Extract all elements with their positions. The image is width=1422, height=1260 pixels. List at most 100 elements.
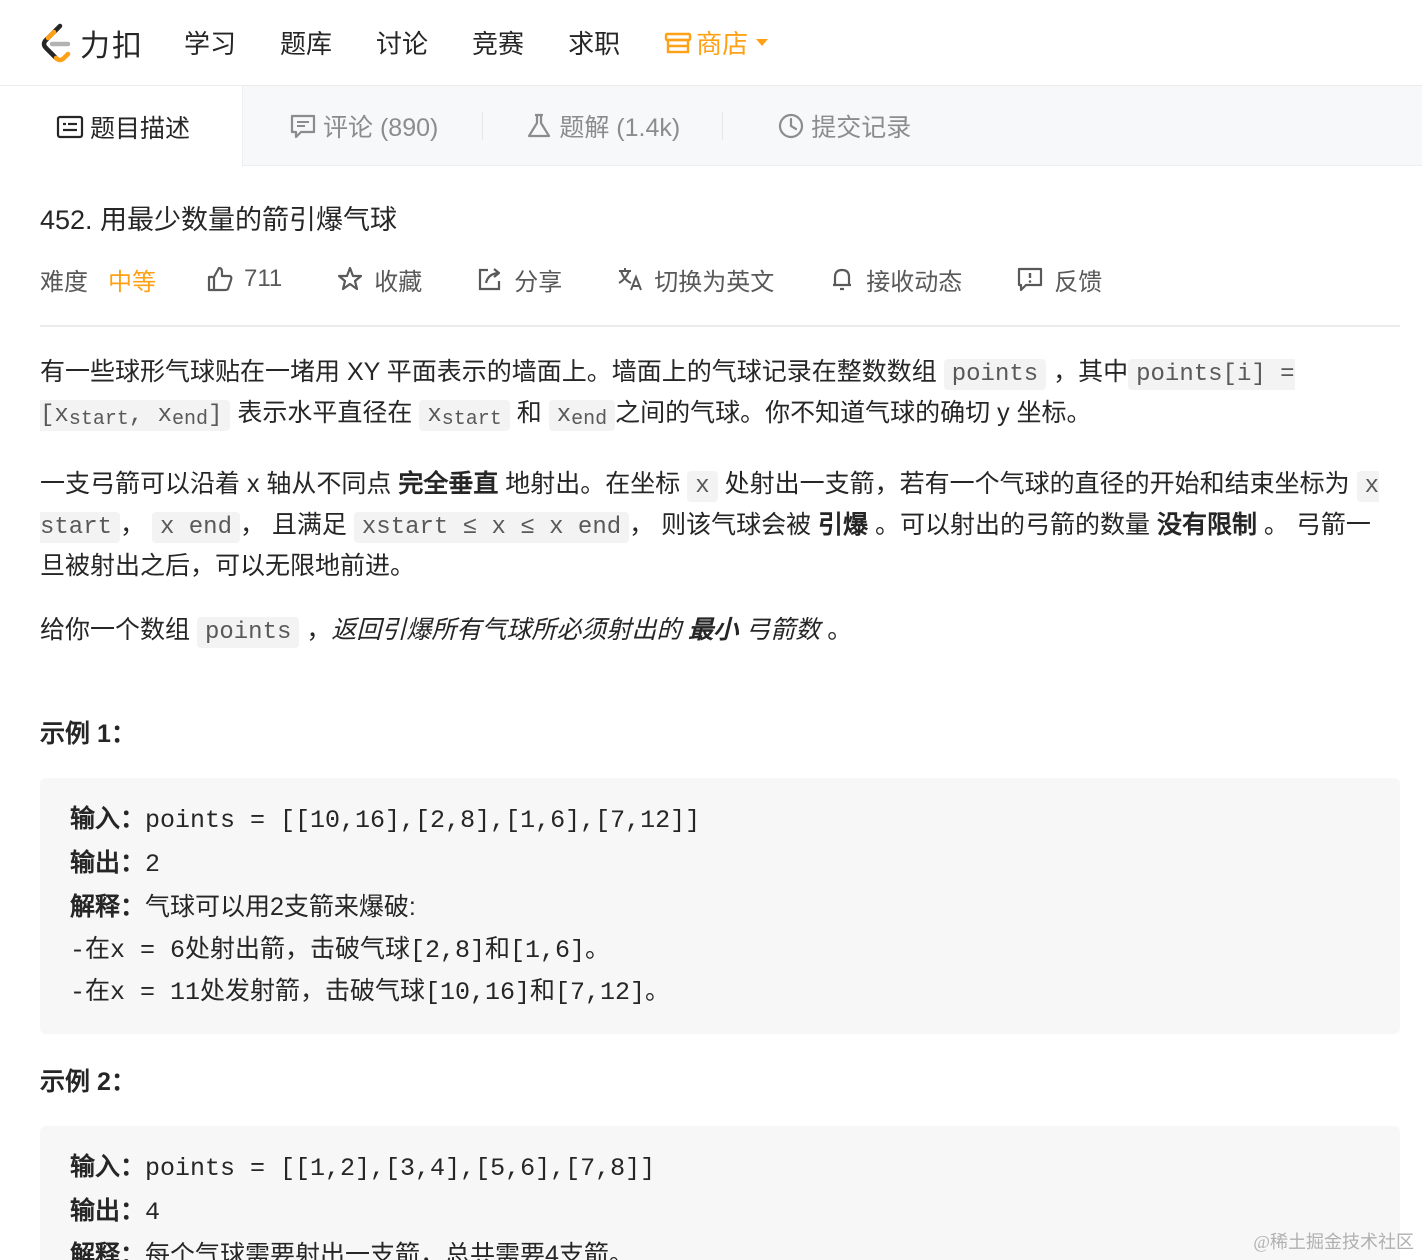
tab-solutions[interactable]: 题解 (1.4k) <box>483 86 722 166</box>
clock-icon <box>779 113 804 139</box>
example-input: 输入：points = [[1,2],[3,4],[5,6],[7,8]] <box>70 1146 1370 1190</box>
explain-label: 解释： <box>70 1241 146 1260</box>
desc-text: 给你一个数组 <box>40 616 197 644</box>
explain-value: 每个气球需要射出一支箭，总共需要4支箭。 <box>145 1241 634 1260</box>
output-label: 输出： <box>70 1197 146 1225</box>
italic-text: 弓箭数 <box>738 616 821 644</box>
nav-store-label: 商店 <box>696 29 749 59</box>
top-nav: 力扣 学习 题库 讨论 竞赛 求职 商店 <box>0 0 1422 86</box>
nav-contest[interactable]: 竞赛 <box>472 24 524 61</box>
watermark: @稀土掘金技术社区 <box>1253 1232 1414 1252</box>
desc-text: 和 <box>509 399 549 427</box>
output-label: 输出： <box>70 849 146 877</box>
output-value: 4 <box>145 1198 161 1227</box>
example-input: 输入：points = [[10,16],[2,8],[1,6],[7,12]] <box>70 798 1370 842</box>
inline-code: x end <box>151 512 240 543</box>
example-2-title: 示例 2： <box>40 1068 136 1096</box>
difficulty-label: 难度 <box>40 268 88 296</box>
italic-text: 返回引爆所有气球所必须射出的 <box>331 616 689 644</box>
example-explain-line: -在x = 6处射出箭，击破气球[2,8]和[1,6]。 <box>70 936 611 965</box>
desc-text: ， <box>120 511 152 539</box>
subscribe-label: 接收动态 <box>866 268 963 296</box>
code-text: x <box>427 402 442 429</box>
nav-jobs[interactable]: 求职 <box>568 24 620 61</box>
share-button[interactable]: 分享 <box>476 262 562 297</box>
collect-button[interactable]: 收藏 <box>336 262 422 297</box>
desc-text: 。 <box>820 616 853 644</box>
output-value: 2 <box>145 850 161 879</box>
desc-text: 有一些球形气球贴在一堵用 XY 平面表示的墙面上。墙面上的气球记录在整数数组 <box>40 358 944 386</box>
thumbs-up-icon <box>207 266 233 292</box>
tab-comments[interactable]: 评论 (890) <box>243 86 482 166</box>
bold-text: 引爆 <box>818 511 869 539</box>
feedback-label: 反馈 <box>1054 268 1103 296</box>
tab-comments-label: 评论 (890) <box>323 114 439 142</box>
code-sub: end <box>571 408 608 431</box>
problem-meta-bar: 难度 中等 711 收藏 分享 切换为英文 接收动态 反馈 <box>40 259 1400 299</box>
problem-title: 452. 用最少数量的箭引爆气球 <box>40 205 398 235</box>
example-1-title: 示例 1： <box>40 720 136 748</box>
translate-icon <box>618 268 643 291</box>
input-value: points = [[10,16],[2,8],[1,6],[7,12]] <box>145 806 701 835</box>
like-button[interactable]: 711 <box>206 265 282 293</box>
desc-text: 地射出。在坐标 <box>498 470 688 498</box>
leetcode-logo-icon <box>41 23 71 62</box>
desc-text: 之间的气球。你不知道气球的确切 y 坐标。 <box>615 399 1092 427</box>
description-paragraph-1: 有一些球形气球贴在一堵用 XY 平面表示的墙面上。墙面上的气球记录在整数数组 p… <box>40 353 1385 439</box>
desc-text: ， 则该气球会被 <box>629 511 819 539</box>
code-text: , x <box>128 402 173 429</box>
tab-description-label: 题目描述 <box>90 114 191 143</box>
code-sub: start <box>441 408 502 431</box>
example-output: 输出：4 <box>70 1190 1370 1234</box>
bell-icon <box>833 268 852 291</box>
tab-submissions[interactable]: 提交记录 <box>723 86 911 166</box>
inline-code: x <box>687 471 718 502</box>
example-explain: 解释：气球可以用2支箭来爆破: <box>70 886 1370 930</box>
like-count: 711 <box>244 265 283 292</box>
tab-submissions-label: 提交记录 <box>811 114 912 142</box>
switch-language-label: 切换为英文 <box>654 268 775 296</box>
feedback-button[interactable]: 反馈 <box>1016 262 1102 297</box>
divider <box>40 325 1400 327</box>
leetcode-logo[interactable]: 力扣 <box>38 21 144 65</box>
bold-italic-text: 最小 <box>688 616 739 644</box>
desc-text: ， <box>299 616 332 644</box>
bold-text: 没有限制 <box>1156 511 1257 539</box>
desc-text: ， 且满足 <box>239 511 354 539</box>
nav-discuss[interactable]: 讨论 <box>376 24 428 61</box>
comment-icon <box>290 114 316 139</box>
star-icon <box>338 266 363 291</box>
desc-text: ，其中 <box>1046 358 1129 386</box>
explain-label: 解释： <box>70 893 146 921</box>
tab-solutions-label: 题解 (1.4k) <box>559 114 681 142</box>
flask-icon <box>528 113 551 138</box>
code-text: ] <box>208 402 223 429</box>
code-text: x <box>556 402 572 429</box>
bold-text: 完全垂直 <box>398 470 499 498</box>
share-icon <box>479 268 501 291</box>
collect-label: 收藏 <box>374 268 423 296</box>
desc-text: 一支弓箭可以沿着 x 轴从不同点 <box>40 470 399 498</box>
description-paragraph-3: 给你一个数组 points ，返回引爆所有气球所必须射出的 最小 弓箭数 。 <box>40 611 1385 652</box>
inline-code: points <box>943 359 1047 390</box>
example-output: 输出：2 <box>70 842 1370 886</box>
share-label: 分享 <box>514 268 563 296</box>
nav-problems[interactable]: 题库 <box>280 24 332 61</box>
subscribe-button[interactable]: 接收动态 <box>828 262 962 297</box>
nav-store[interactable]: 商店 <box>664 24 769 61</box>
input-label: 输入： <box>70 1153 146 1181</box>
desc-text: 处射出一支箭，若有一个气球的直径的开始和结束坐标为 <box>717 470 1357 498</box>
tab-description[interactable]: 题目描述 <box>0 86 244 167</box>
logo-text: 力扣 <box>80 29 144 63</box>
switch-language-button[interactable]: 切换为英文 <box>616 262 774 297</box>
inline-code: points <box>196 617 300 648</box>
explain-value: 气球可以用2支箭来爆破: <box>145 893 416 921</box>
inline-code: xstart ≤ x ≤ x end <box>353 512 630 543</box>
example-2-box: 输入：points = [[1,2],[3,4],[5,6],[7,8]] 输出… <box>40 1126 1400 1260</box>
feedback-icon <box>1018 267 1043 292</box>
code-sub: end <box>172 408 209 431</box>
code-sub: start <box>68 408 129 431</box>
difficulty-badge: 中等 <box>108 268 156 296</box>
nav-learn[interactable]: 学习 <box>184 24 236 61</box>
example-explain: 解释：每个气球需要射出一支箭，总共需要4支箭。 <box>70 1234 1370 1260</box>
